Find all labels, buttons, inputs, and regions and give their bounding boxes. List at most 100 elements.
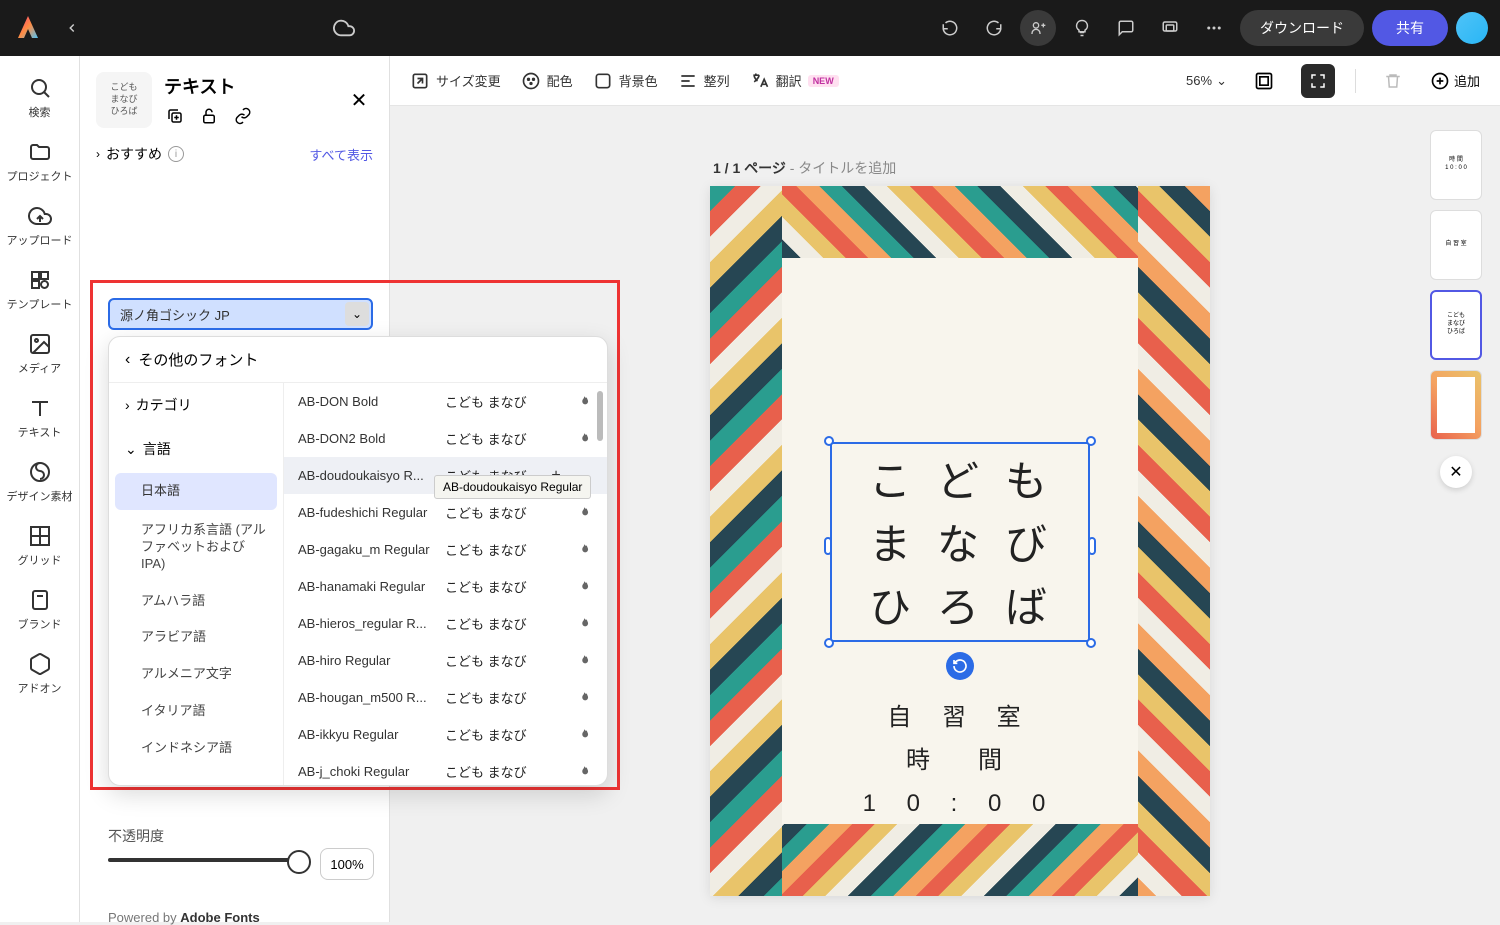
font-name-label: AB-hiro Regular	[298, 653, 433, 668]
show-all-link[interactable]: すべて表示	[309, 145, 373, 164]
font-select-combobox[interactable]: ⌄	[108, 298, 373, 330]
font-row[interactable]: AB-hanamaki Regular こども まなび	[284, 568, 607, 605]
font-row[interactable]: AB-gagaku_m Regularこども まなび	[284, 531, 607, 568]
back-button[interactable]	[56, 12, 88, 44]
duplicate-icon[interactable]	[164, 105, 186, 127]
fit-button[interactable]	[1301, 64, 1335, 98]
font-row[interactable]: AB-DON2 Boldこども まなび	[284, 420, 607, 457]
font-row[interactable]: AB-hougan_m500 R...こども まなび	[284, 679, 607, 716]
artboard[interactable]: こども まなび ひろば 自 習 室 時 間 1 0 : 0 0	[710, 186, 1210, 896]
chevron-right-icon: ›	[96, 147, 100, 161]
resize-button[interactable]: サイズ変更	[410, 71, 501, 91]
font-row[interactable]: AB-hieros_regular R...こども まなび	[284, 605, 607, 642]
font-row[interactable]: AB-DON Boldこども まなび	[284, 383, 607, 420]
rail-brand[interactable]: ブランド	[5, 580, 75, 640]
view-mode-button[interactable]	[1247, 64, 1281, 98]
rail-label: メディア	[18, 360, 61, 376]
rail-grid[interactable]: グリッド	[5, 516, 75, 576]
more-icon[interactable]	[1196, 10, 1232, 46]
redo-button[interactable]	[976, 10, 1012, 46]
opacity-value[interactable]: 100%	[320, 848, 374, 880]
font-preview: こども まなび	[445, 725, 535, 744]
page-thumb-3[interactable]: こども まなび ひろば	[1430, 290, 1482, 360]
rail-media[interactable]: メディア	[5, 324, 75, 384]
font-preview: こども まなび	[445, 614, 535, 633]
resize-handle-bl[interactable]	[824, 638, 834, 648]
subtitle-text[interactable]: 自 習 室 時 間 1 0 : 0 0	[710, 696, 1210, 826]
opacity-slider[interactable]	[108, 858, 303, 862]
scrollbar[interactable]	[597, 391, 603, 777]
reset-button[interactable]	[946, 652, 974, 680]
rail-template[interactable]: テンプレート	[5, 260, 75, 320]
font-list: AB-DON Boldこども まなびAB-DON2 Boldこども まなび AB-…	[284, 383, 607, 785]
font-preview: こども まなび	[445, 577, 535, 596]
zoom-dropdown[interactable]: 56% ⌄	[1186, 73, 1227, 89]
page-label[interactable]: 1 / 1 ページ - タイトルを追加	[713, 158, 896, 178]
language-option[interactable]: アラビア語	[109, 619, 283, 656]
share-button[interactable]: 共有	[1372, 10, 1448, 46]
colors-button[interactable]: 配色	[521, 71, 573, 91]
rail-upload[interactable]: アップロード	[5, 196, 75, 256]
chevron-down-icon[interactable]: ⌄	[345, 302, 369, 326]
panel-close-button[interactable]: ✕	[345, 86, 373, 114]
page-thumb-4[interactable]	[1430, 370, 1482, 440]
rail-addon[interactable]: アドオン	[5, 644, 75, 704]
resize-handle-ml[interactable]	[824, 537, 832, 555]
font-preview: こども まなび	[445, 540, 535, 559]
chevron-down-icon: ⌄	[1216, 73, 1227, 89]
language-option[interactable]: 日本語	[115, 473, 277, 510]
download-button[interactable]: ダウンロード	[1240, 10, 1364, 46]
font-row[interactable]: AB-fudeshichi Regularこども まなび	[284, 494, 607, 531]
language-toggle[interactable]: ⌄言語	[109, 427, 283, 471]
font-preview: こども まなび	[445, 392, 535, 411]
invite-icon[interactable]	[1020, 10, 1056, 46]
selected-text-element[interactable]: こども まなび ひろば	[830, 442, 1090, 642]
translate-button[interactable]: 翻訳NEW	[750, 71, 839, 91]
rail-search[interactable]: 検索	[5, 68, 75, 128]
popover-back-button[interactable]: ‹	[125, 351, 130, 369]
category-toggle[interactable]: ›カテゴリ	[109, 383, 283, 427]
canvas-toolbar: サイズ変更 配色 背景色 整列 翻訳NEW 56% ⌄ 追加	[390, 56, 1500, 106]
rail-project[interactable]: プロジェクト	[5, 132, 75, 192]
resize-handle-tl[interactable]	[824, 436, 834, 446]
font-name-label: AB-fudeshichi Regular	[298, 505, 433, 520]
undo-button[interactable]	[932, 10, 968, 46]
language-option[interactable]: インドネシア語	[109, 730, 283, 767]
rail-text[interactable]: テキスト	[5, 388, 75, 448]
language-option[interactable]: アムハラ語	[109, 583, 283, 620]
font-input[interactable]	[108, 298, 373, 330]
comment-icon[interactable]	[1108, 10, 1144, 46]
rail-design[interactable]: デザイン素材	[5, 452, 75, 512]
page-thumb-2[interactable]: 自 習 室	[1430, 210, 1482, 280]
unlock-icon[interactable]	[198, 105, 220, 127]
font-row[interactable]: AB-j_choki Regularこども まなび	[284, 753, 607, 785]
present-icon[interactable]	[1152, 10, 1188, 46]
font-row[interactable]: AB-hiro Regularこども まなび	[284, 642, 607, 679]
page-thumb-1[interactable]: 時 間 1 0 : 0 0	[1430, 130, 1482, 200]
user-avatar[interactable]	[1456, 12, 1488, 44]
info-icon[interactable]: i	[168, 146, 184, 162]
link-icon[interactable]	[232, 105, 254, 127]
add-page-button[interactable]: 追加	[1430, 71, 1480, 91]
language-option[interactable]: アルメニア文字	[109, 656, 283, 693]
delete-button[interactable]	[1376, 64, 1410, 98]
tips-icon[interactable]	[1064, 10, 1100, 46]
bgcolor-button[interactable]: 背景色	[593, 71, 658, 91]
language-option[interactable]: イタリア語	[109, 693, 283, 730]
recommended-section[interactable]: › おすすめ i すべて表示	[96, 144, 373, 164]
font-row[interactable]: AB-ikkyu Regularこども まなび	[284, 716, 607, 753]
rail-label: ブランド	[18, 616, 62, 632]
resize-handle-mr[interactable]	[1088, 537, 1096, 555]
resize-handle-br[interactable]	[1086, 638, 1096, 648]
app-logo[interactable]	[12, 12, 44, 44]
cloud-sync-icon[interactable]	[328, 12, 360, 44]
align-button[interactable]: 整列	[678, 71, 730, 91]
flame-icon	[575, 652, 593, 670]
new-badge: NEW	[808, 75, 839, 87]
rail-label: アップロード	[7, 232, 73, 248]
close-thumbs-button[interactable]: ✕	[1440, 456, 1472, 488]
resize-handle-tr[interactable]	[1086, 436, 1096, 446]
font-name-label: AB-hanamaki Regular	[298, 579, 433, 594]
language-option[interactable]: アフリカ系言語 (アルファベットおよび IPA)	[109, 512, 283, 583]
flame-icon	[575, 763, 593, 781]
